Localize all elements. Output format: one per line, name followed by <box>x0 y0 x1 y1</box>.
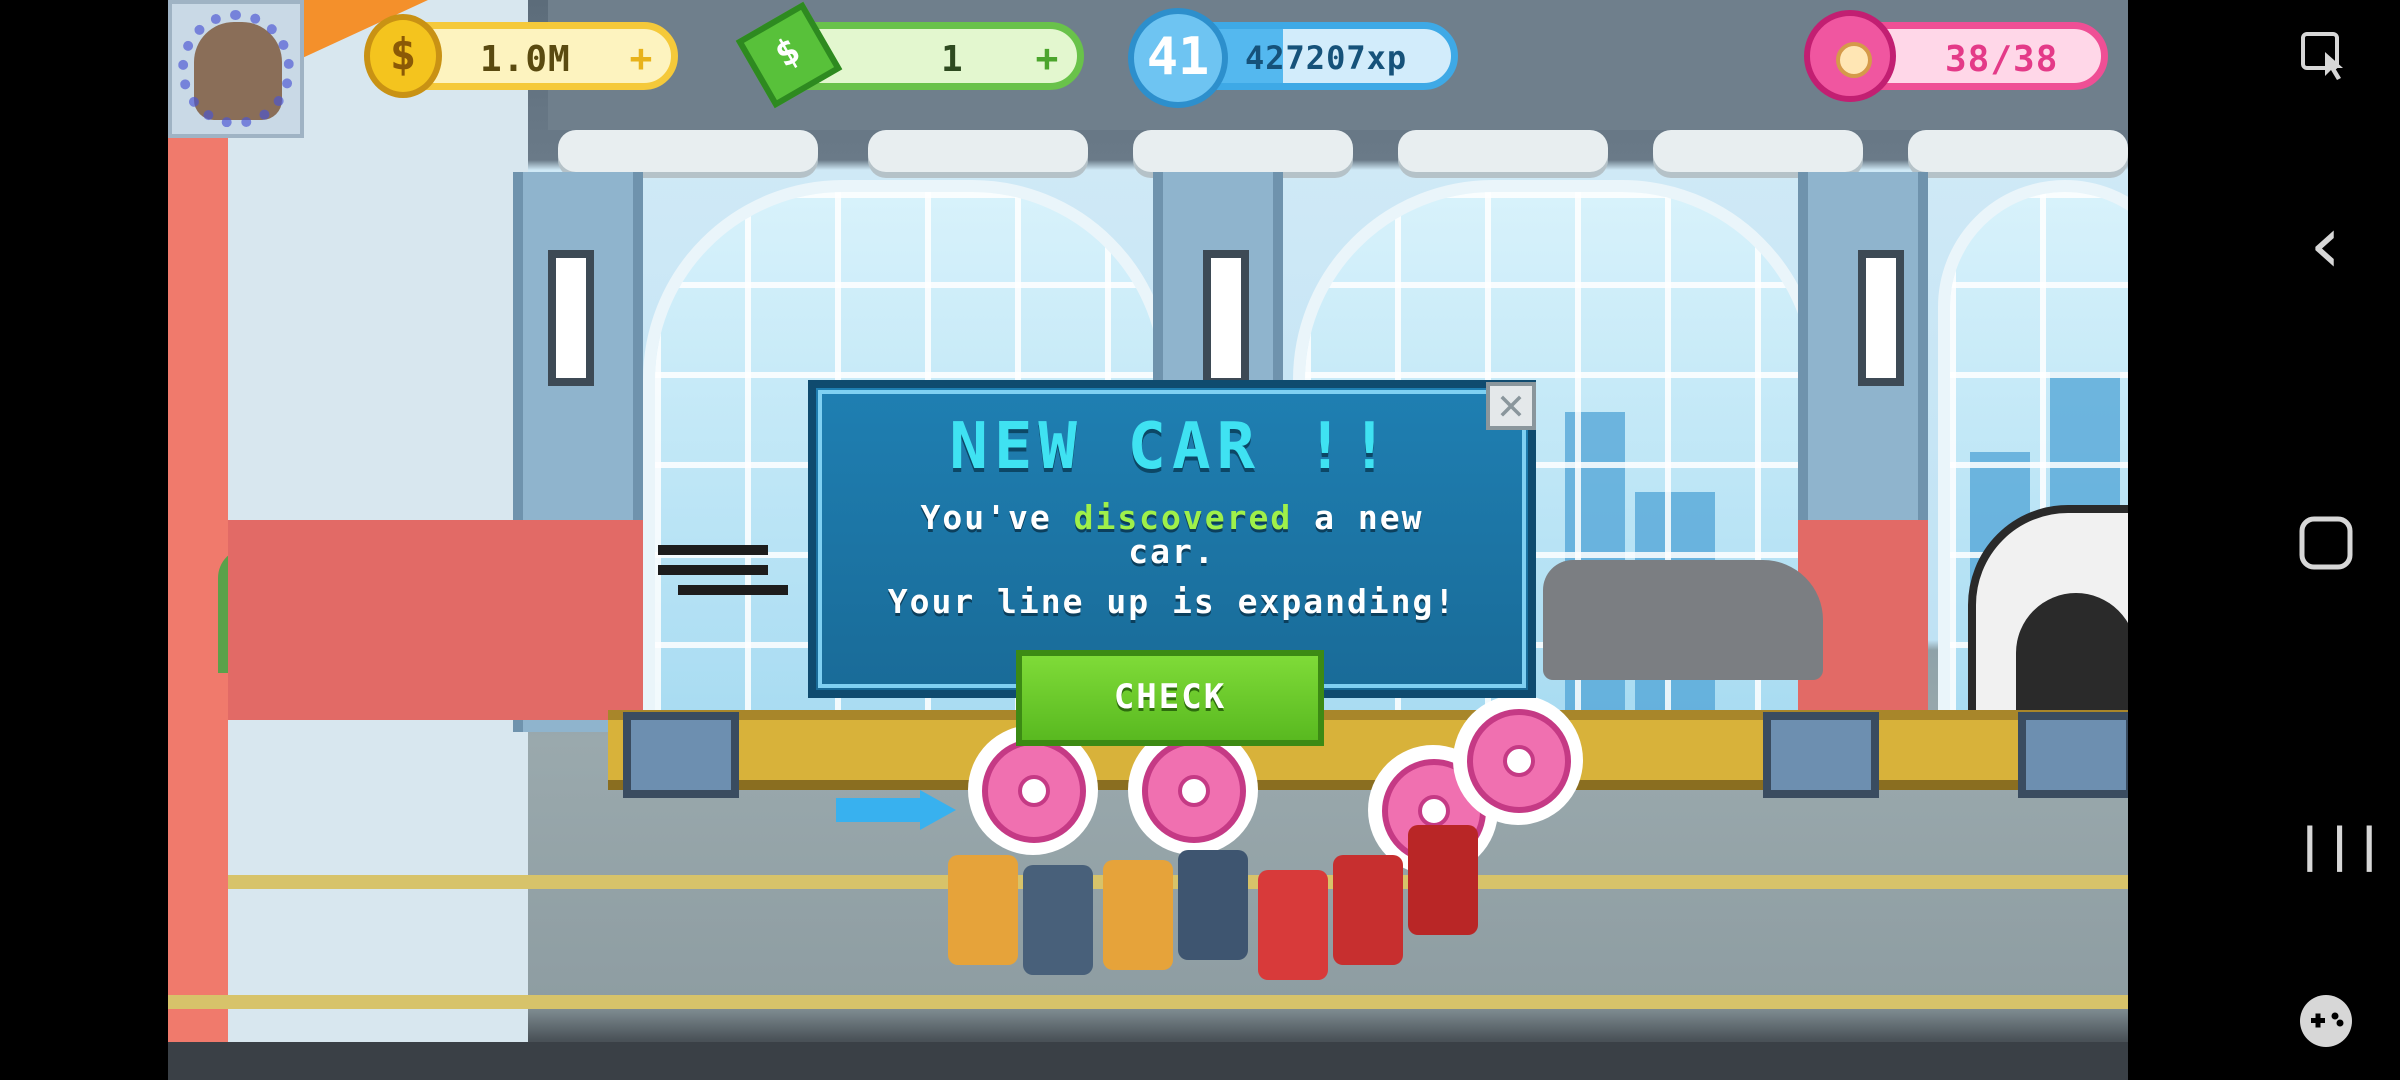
wall-red-band <box>228 520 528 720</box>
worker[interactable] <box>1333 855 1403 965</box>
add-coins-button[interactable]: + <box>623 39 659 77</box>
back-icon[interactable]: ‹ <box>2296 205 2356 285</box>
car-on-line <box>1543 560 1823 680</box>
wall-lamp <box>548 250 594 386</box>
player-avatar[interactable] <box>168 0 304 138</box>
ceiling-beam <box>1653 130 1863 172</box>
ceiling-beam <box>1398 130 1608 172</box>
ceiling-beam <box>558 130 818 172</box>
worker[interactable] <box>1103 860 1173 970</box>
worker[interactable] <box>948 855 1018 965</box>
check-button[interactable]: CHECK <box>1016 650 1324 746</box>
dialog-title: NEW CAR !! <box>949 410 1395 484</box>
game-controller-icon[interactable] <box>2296 992 2356 1054</box>
home-icon[interactable] <box>2296 515 2356 575</box>
direction-arrow <box>836 790 956 830</box>
screenshot-tool-icon[interactable] <box>2296 30 2356 90</box>
level-badge-icon: 41 <box>1128 8 1228 108</box>
speed-lines <box>658 545 768 555</box>
xp-value: 427207xp <box>1245 39 1408 77</box>
worker[interactable] <box>1258 870 1328 980</box>
dialog-message-line3: Your line up is expanding! <box>887 582 1457 621</box>
pillar-red-band <box>513 520 643 720</box>
ceiling-beam <box>868 130 1088 172</box>
worker[interactable] <box>1023 865 1093 975</box>
coin-icon: $ <box>364 14 442 98</box>
conveyor-cart <box>2018 712 2128 798</box>
conveyor-cart <box>1763 712 1879 798</box>
coins-value: 1.0M <box>480 39 571 80</box>
donut-bubble[interactable] <box>1453 695 1583 825</box>
donuts-value: 38/38 <box>1945 39 2059 80</box>
add-cash-button[interactable]: + <box>1029 39 1065 77</box>
dialog-message-line1: You've discovered a new <box>920 498 1424 537</box>
ceiling-beam <box>1908 130 2128 172</box>
floor-edge <box>168 1042 2128 1080</box>
close-dialog-button[interactable]: ✕ <box>1486 382 1536 430</box>
donut-icon <box>1804 10 1896 102</box>
floor-marking <box>168 995 2128 1009</box>
worker[interactable] <box>1178 850 1248 960</box>
conveyor-belt <box>608 710 2128 790</box>
system-nav-bar <box>2128 0 2400 1080</box>
wall-lamp <box>1203 250 1249 386</box>
wall-lamp <box>1858 250 1904 386</box>
worker[interactable] <box>1408 825 1478 935</box>
conveyor-cart <box>623 712 739 798</box>
ceiling-beam <box>1133 130 1353 172</box>
recents-icon[interactable]: ||| <box>2296 818 2383 872</box>
dialog-message-line2: car. <box>1128 532 1216 571</box>
cash-value: 1 <box>941 39 964 80</box>
